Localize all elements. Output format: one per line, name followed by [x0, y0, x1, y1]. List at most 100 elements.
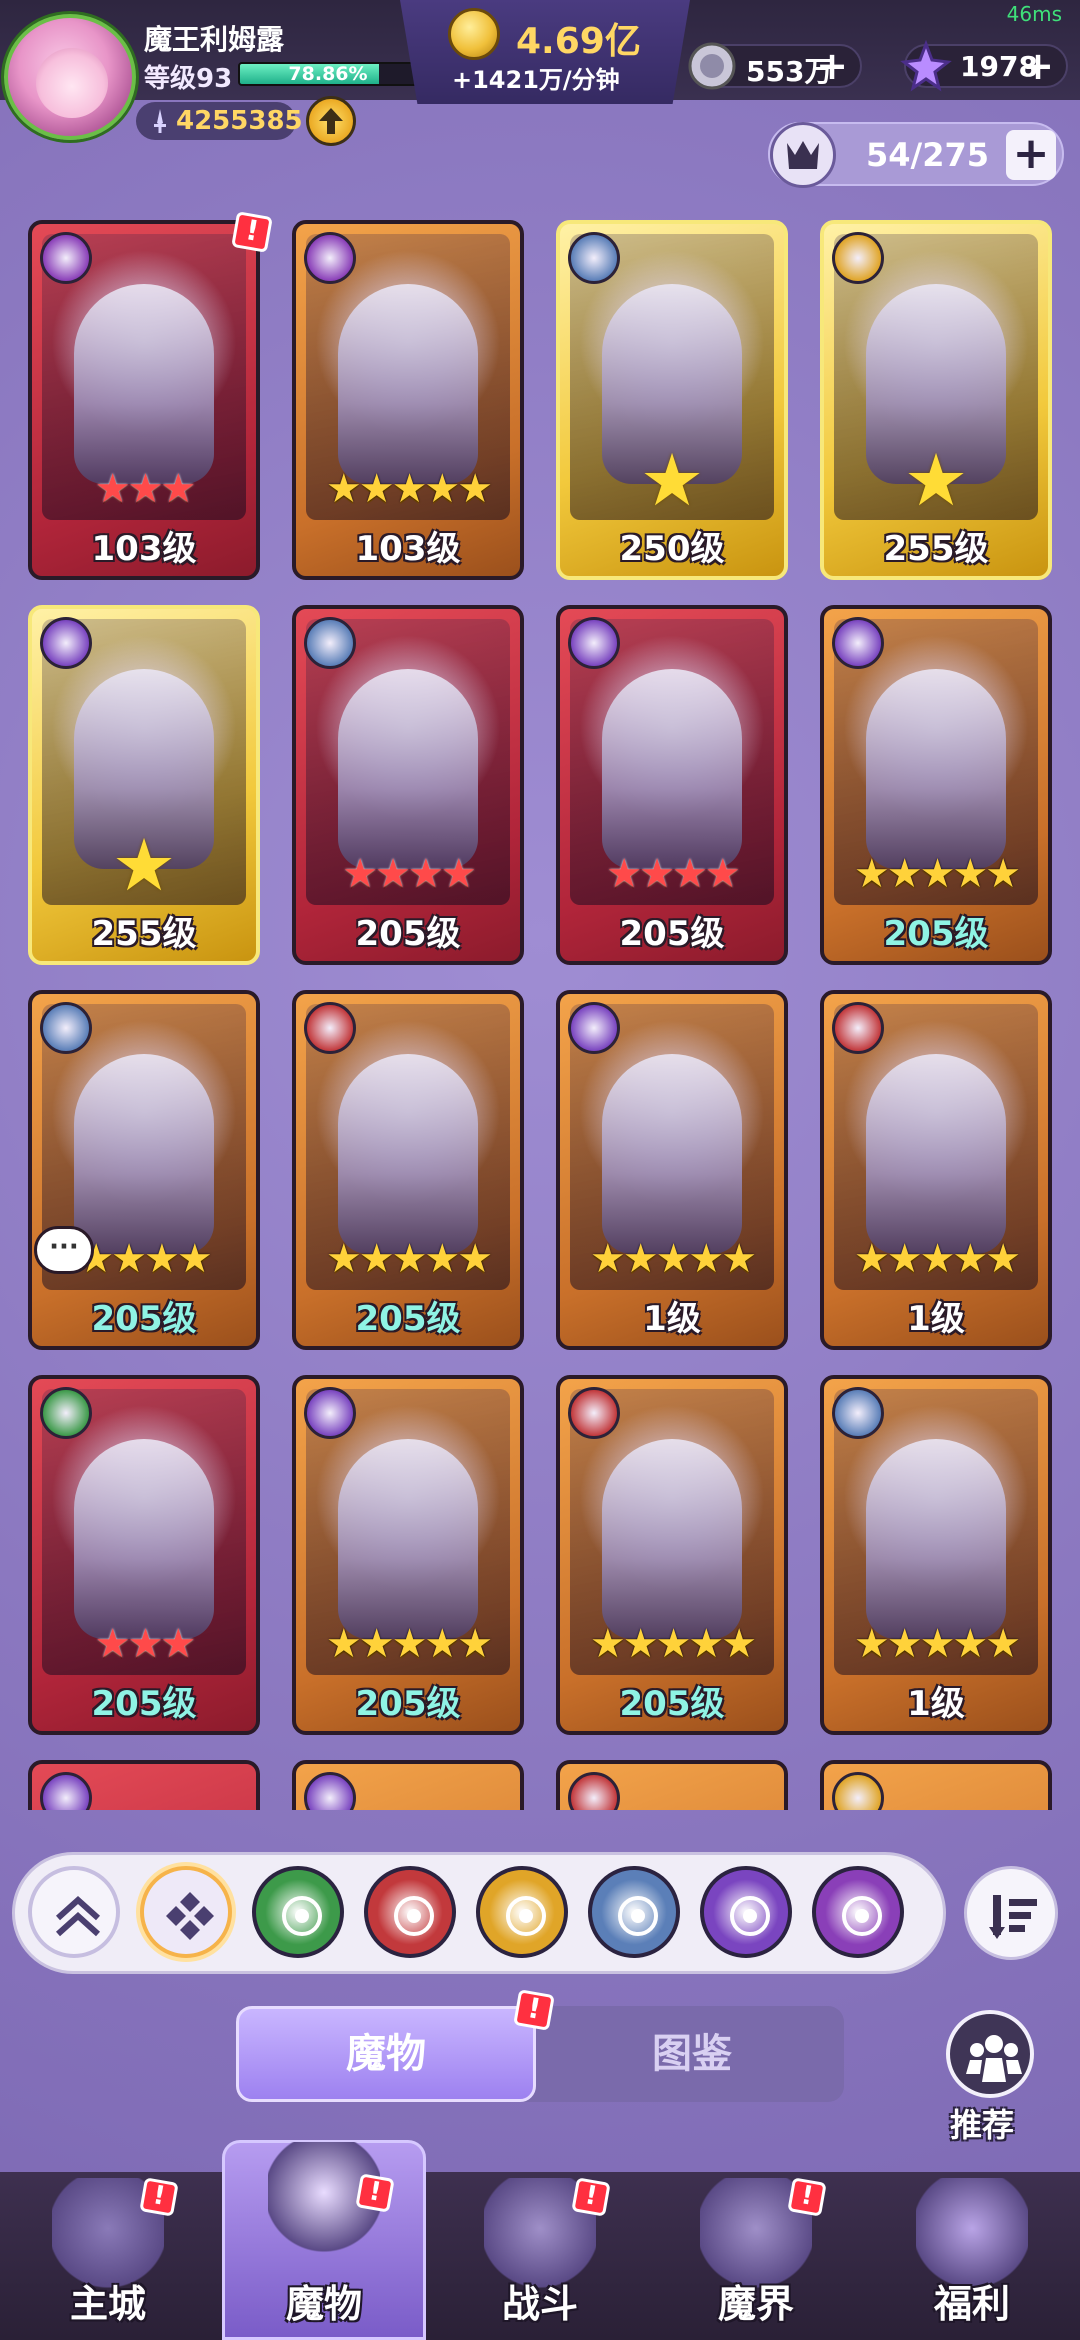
nav-item-4[interactable]: 福利	[864, 2172, 1080, 2340]
monster-card[interactable]: ★★★★★ 103级	[292, 220, 524, 580]
faction-icon	[40, 1772, 92, 1810]
crystal-add-button[interactable]: +	[1022, 46, 1054, 86]
monster-level: 205级	[91, 1684, 197, 1724]
star-rank: ★★★	[94, 1621, 197, 1667]
monster-level: 1级	[907, 1684, 965, 1724]
demon-faction-icon	[832, 1002, 884, 1054]
sword-icon	[154, 109, 166, 133]
combat-power-pill: 4255385	[136, 102, 303, 140]
nav-alert-badge: !	[571, 2177, 611, 2217]
chat-bubble-icon[interactable]: ···	[34, 1226, 94, 1274]
eye-faction-icon	[568, 617, 620, 669]
star-rank: ★	[639, 438, 705, 522]
monster-figure	[602, 1054, 742, 1254]
tab-codex[interactable]: 图鉴	[540, 2006, 844, 2102]
gold-income-rate: +1421万/分钟	[452, 66, 620, 94]
xp-percent-label: 78.86%	[288, 63, 368, 85]
filter-collapse-button[interactable]	[28, 1866, 120, 1958]
ping-indicator: 46ms	[1006, 2, 1062, 26]
nav-label: 主城	[69, 2282, 146, 2326]
monster-level: 205级	[91, 1299, 197, 1339]
filter-eye-button[interactable]	[700, 1866, 792, 1958]
monster-level: 205级	[355, 1684, 461, 1724]
xp-progress-bar: 78.86%	[238, 62, 418, 86]
crystal-resource: 1978 +	[900, 40, 1068, 92]
monster-figure	[338, 669, 478, 869]
demon-faction-icon	[568, 1387, 620, 1439]
monster-level: 1级	[907, 1299, 965, 1339]
upgrade-button[interactable]	[306, 96, 356, 146]
star-rank: ★★★★★	[853, 851, 1021, 897]
monster-level: 103级	[355, 529, 461, 569]
monster-figure	[866, 1439, 1006, 1639]
monster-card[interactable]: ★★★★ 205级 ···	[28, 990, 260, 1350]
filter-leaf-button[interactable]	[252, 1866, 344, 1958]
monster-card[interactable]: ★★★ 103级	[28, 220, 260, 580]
monster-bag-icon	[770, 122, 836, 188]
filter-demon-button[interactable]	[364, 1866, 456, 1958]
nav-label: 魔物	[285, 2282, 362, 2326]
star-rank: ★★★★★	[589, 1621, 757, 1667]
monster-card[interactable]: ★★★★★ 1级	[820, 990, 1052, 1350]
demon-faction-icon	[304, 1002, 356, 1054]
monster-card[interactable]: ★★★★★ 1级	[556, 990, 788, 1350]
team-icon	[966, 2035, 1022, 2082]
swirl-faction-icon	[842, 1896, 882, 1936]
star-rank: ★★★★★	[853, 1621, 1021, 1667]
monster-card[interactable]	[292, 1760, 524, 1810]
monster-figure	[338, 1054, 478, 1254]
gold-coin-icon	[448, 8, 500, 60]
hourglass-faction-icon	[832, 232, 884, 284]
monster-card[interactable]: ★★★★★ 205级	[556, 1375, 788, 1735]
purple-swirl-faction-icon	[40, 232, 92, 284]
monster-figure	[866, 669, 1006, 869]
nav-item-1[interactable]: 魔物	[216, 2142, 432, 2340]
recommend-label: 推荐	[950, 2106, 1015, 2144]
monster-figure	[602, 1439, 742, 1639]
player-avatar[interactable]	[4, 14, 136, 140]
monster-card[interactable]: ★ 255级	[820, 220, 1052, 580]
hourglass-faction-icon	[506, 1896, 546, 1936]
double-chevron-up-icon	[55, 1895, 101, 1937]
monster-figure	[74, 1439, 214, 1639]
monster-card[interactable]: ★★★★★ 205级	[292, 990, 524, 1350]
monster-card[interactable]: ★★★ 205级	[28, 1375, 260, 1735]
monster-card[interactable]: ★★★★ 205级	[292, 605, 524, 965]
arrow-up-icon	[319, 108, 343, 134]
monster-card[interactable]: ★★★★★ 1级	[820, 1375, 1052, 1735]
demon-faction-icon	[394, 1896, 434, 1936]
monster-card[interactable]: ★★★★ 205级	[556, 605, 788, 965]
monster-card[interactable]: ★★★★★ 205级	[292, 1375, 524, 1735]
star-rank: ★★★★★	[853, 1236, 1021, 1282]
monster-level: 255级	[883, 529, 989, 569]
monster-card[interactable]: ★ 250级	[556, 220, 788, 580]
eye-faction-icon	[304, 1387, 356, 1439]
capacity-count: 54/275	[866, 136, 990, 174]
monster-card[interactable]	[820, 1760, 1052, 1810]
capacity-add-button[interactable]: +	[1006, 130, 1056, 180]
purple-swirl-faction-icon	[304, 232, 356, 284]
crystal-star-icon	[900, 40, 952, 92]
filter-hourglass-button[interactable]	[476, 1866, 568, 1958]
monster-card[interactable]: ★ 255级	[28, 605, 260, 965]
nav-item-3[interactable]: 魔界	[648, 2172, 864, 2340]
monster-card[interactable]	[556, 1760, 788, 1810]
monster-level: 205级	[619, 914, 725, 954]
combat-power-value: 4255385	[176, 106, 303, 136]
eye-faction-icon	[568, 1002, 620, 1054]
monster-card[interactable]	[28, 1760, 260, 1810]
filter-wolf-button[interactable]	[588, 1866, 680, 1958]
sort-button[interactable]	[964, 1866, 1058, 1960]
monster-figure	[338, 1439, 478, 1639]
filter-swirl-button[interactable]	[812, 1866, 904, 1958]
monster-card[interactable]: ★★★★★ 205级	[820, 605, 1052, 965]
wolf-faction-icon	[40, 1002, 92, 1054]
nav-alert-badge: !	[139, 2177, 179, 2217]
nav-item-2[interactable]: 战斗	[432, 2172, 648, 2340]
gem-add-button[interactable]: +	[816, 46, 848, 86]
nav-item-0[interactable]: 主城	[0, 2172, 216, 2340]
recommend-button[interactable]	[946, 2010, 1034, 2098]
filter-all-button[interactable]	[140, 1866, 232, 1958]
player-name: 魔王利姆露	[144, 23, 285, 56]
tab-monster-alert-badge: !	[513, 1989, 555, 2031]
